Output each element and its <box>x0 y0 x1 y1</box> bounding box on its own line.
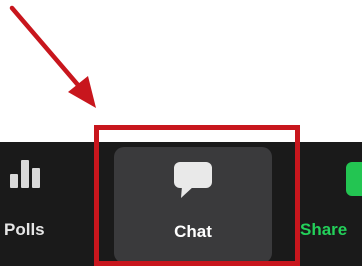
bar-chart-icon <box>10 160 40 188</box>
share-screen-icon <box>346 162 362 196</box>
polls-button[interactable]: Polls <box>0 142 72 266</box>
share-screen-button[interactable]: Share <box>296 142 362 266</box>
polls-label: Polls <box>4 220 45 239</box>
share-label: Share <box>300 220 348 239</box>
chat-highlight-box <box>94 125 300 266</box>
